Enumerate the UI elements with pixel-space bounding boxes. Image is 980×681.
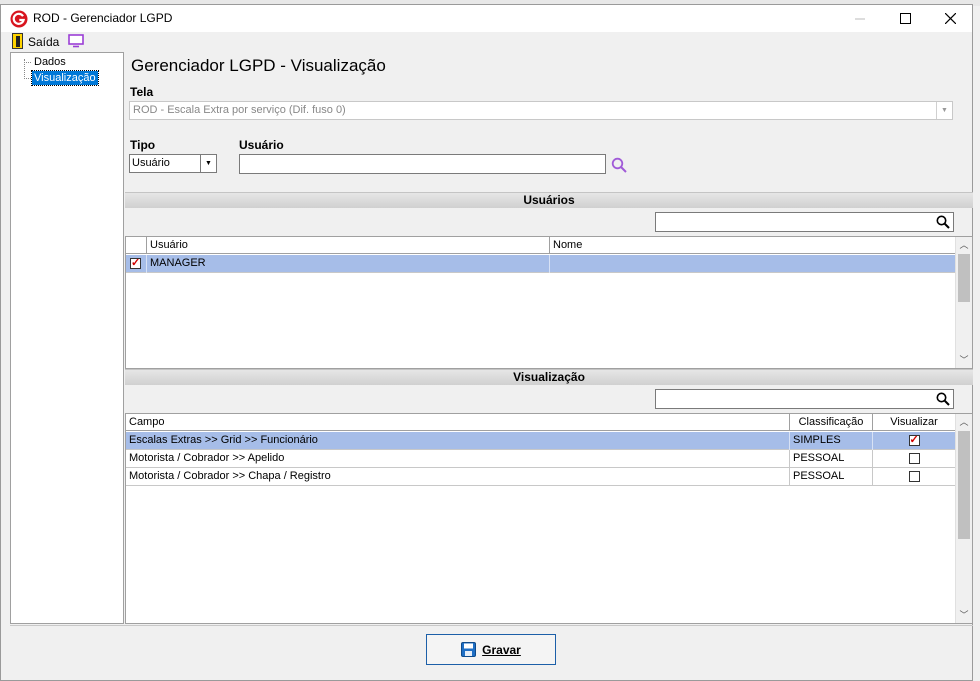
maximize-button[interactable] (882, 5, 928, 32)
tipo-select[interactable]: Usuário ▼ (129, 154, 217, 173)
search-icon[interactable] (936, 215, 950, 229)
usuarios-grid: Usuário Nome MANAGER ︿ ﹀ (125, 236, 973, 369)
title-bar: ROD - Gerenciador LGPD (1, 5, 972, 32)
tree-item-visualizacao[interactable]: Visualização (31, 70, 99, 86)
close-button[interactable] (927, 5, 973, 32)
usuario-input[interactable] (239, 154, 606, 174)
checkbox[interactable] (908, 470, 920, 482)
floppy-disk-icon (461, 642, 477, 657)
chevron-down-icon: ▼ (936, 102, 952, 119)
table-row[interactable]: Escalas Extras >> Grid >> Funcionário SI… (126, 432, 955, 450)
search-icon[interactable] (611, 157, 627, 173)
classificacao-cell: PESSOAL (790, 468, 873, 486)
save-button[interactable]: Gravar (426, 634, 556, 665)
row-checkbox-cell[interactable] (126, 255, 147, 273)
scroll-up-icon[interactable]: ︿ (956, 237, 972, 253)
tree-connector (24, 78, 31, 79)
divider (10, 625, 973, 626)
tela-select-value: ROD - Escala Extra por serviço (Dif. fus… (133, 104, 346, 116)
main-panel: Gerenciador LGPD - Visualização Tela ROD… (125, 52, 973, 624)
campo-cell: Motorista / Cobrador >> Apelido (126, 450, 790, 468)
nome-cell (550, 255, 955, 273)
app-logo-icon (10, 10, 28, 28)
page-title: Gerenciador LGPD - Visualização (131, 56, 386, 75)
classificacao-cell: SIMPLES (790, 432, 873, 450)
close-icon (944, 13, 956, 24)
grid-header: Usuário Nome (126, 237, 955, 254)
classificacao-cell: PESSOAL (790, 450, 873, 468)
usuarios-section-header: Usuários (125, 192, 973, 208)
table-row[interactable]: Motorista / Cobrador >> Apelido PESSOAL (126, 450, 955, 468)
visualizar-cell[interactable] (873, 450, 955, 468)
column-header-check (126, 237, 147, 254)
navigation-tree: Dados Visualização (10, 52, 124, 624)
checkbox[interactable] (908, 452, 920, 464)
usuario-label: Usuário (239, 138, 284, 152)
tela-label: Tela (130, 85, 154, 99)
visualizacao-grid: Campo Classificação Visualizar Escalas E… (125, 413, 973, 624)
minimize-icon (855, 18, 865, 19)
scroll-down-icon[interactable]: ﹀ (956, 607, 972, 623)
usuarios-filter-input[interactable] (655, 212, 954, 232)
tipo-label: Tipo (130, 138, 156, 152)
checkbox[interactable] (908, 432, 920, 449)
column-header-visualizar[interactable]: Visualizar (873, 414, 955, 431)
scroll-thumb[interactable] (958, 254, 970, 302)
tree-connector (24, 62, 31, 63)
minimize-button[interactable] (837, 5, 883, 32)
scroll-up-icon[interactable]: ︿ (956, 414, 972, 430)
monitor-icon[interactable] (68, 34, 84, 48)
visualizacao-filter-input[interactable] (655, 389, 954, 409)
campo-cell: Motorista / Cobrador >> Chapa / Registro (126, 468, 790, 486)
visualizar-cell[interactable] (873, 432, 955, 450)
table-row[interactable]: Motorista / Cobrador >> Chapa / Registro… (126, 468, 955, 486)
column-header-usuario[interactable]: Usuário (147, 237, 550, 254)
vertical-scrollbar[interactable]: ︿ ﹀ (955, 237, 972, 368)
scroll-thumb[interactable] (958, 431, 970, 539)
save-button-label: Gravar (482, 642, 521, 657)
scroll-down-icon[interactable]: ﹀ (956, 352, 972, 368)
vertical-scrollbar[interactable]: ︿ ﹀ (955, 414, 972, 623)
exit-door-icon (12, 33, 23, 49)
campo-cell: Escalas Extras >> Grid >> Funcionário (126, 432, 790, 450)
column-header-nome[interactable]: Nome (550, 237, 955, 254)
column-header-classificacao[interactable]: Classificação (790, 414, 873, 431)
search-icon[interactable] (936, 392, 950, 406)
usuario-cell: MANAGER (147, 255, 550, 273)
grid-header: Campo Classificação Visualizar (126, 414, 955, 431)
visualizar-cell[interactable] (873, 468, 955, 486)
column-header-campo[interactable]: Campo (126, 414, 790, 431)
tipo-select-value: Usuário (132, 157, 170, 169)
lgpd-manager-window: ROD - Gerenciador LGPD Saída Dados Visua… (0, 4, 973, 681)
chevron-down-icon: ▼ (200, 155, 216, 172)
exit-label: Saída (28, 35, 60, 49)
tela-select: ROD - Escala Extra por serviço (Dif. fus… (129, 101, 953, 120)
maximize-icon (899, 13, 911, 24)
table-row[interactable]: MANAGER (126, 255, 955, 273)
checkbox[interactable] (130, 255, 141, 272)
visualizacao-section-header: Visualização (125, 369, 973, 385)
tree-item-dados[interactable]: Dados (32, 55, 68, 69)
toolbar: Saída (1, 32, 972, 52)
window-title: ROD - Gerenciador LGPD (33, 11, 173, 25)
